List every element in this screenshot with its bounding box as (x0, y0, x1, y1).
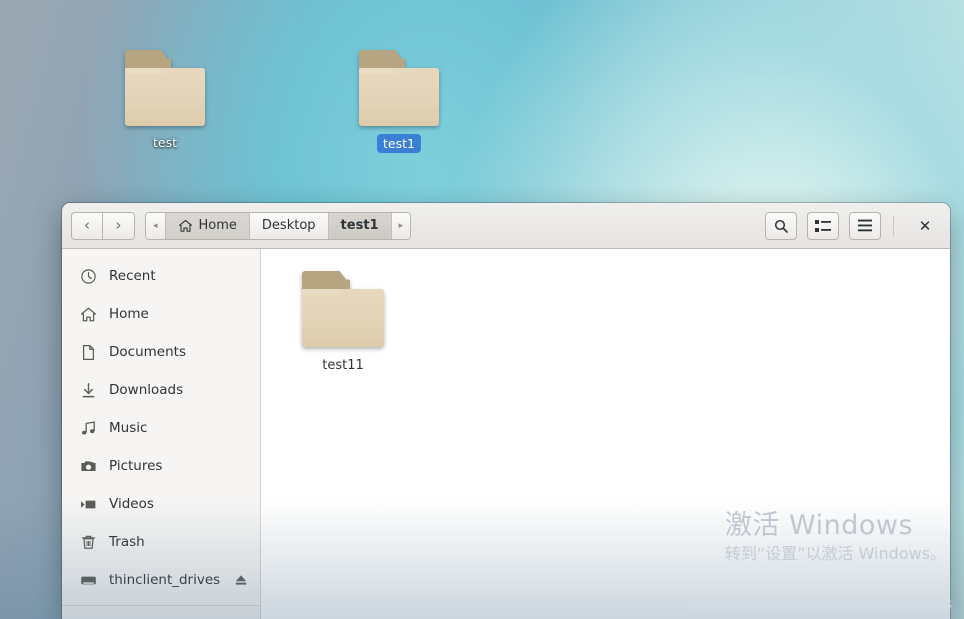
sidebar-item-thinclient-drives[interactable]: thinclient_drives (62, 561, 260, 599)
drive-icon (81, 576, 96, 584)
desktop-icon-label-selected: test1 (377, 134, 421, 153)
breadcrumb-label: test1 (340, 218, 379, 233)
eject-icon[interactable] (234, 573, 248, 587)
desktop-icon-test1[interactable]: test1 (344, 50, 454, 153)
breadcrumb-scroll-right[interactable]: ▸ (391, 212, 411, 239)
menu-button[interactable] (849, 211, 881, 240)
close-icon: ✕ (918, 216, 932, 235)
folder-icon (302, 271, 384, 347)
folder-icon (359, 50, 439, 126)
sidebar-item-home[interactable]: Home (62, 295, 260, 333)
window-body: Recent Home Documents Downloads Music Pi… (62, 249, 950, 619)
sidebar-item-videos[interactable]: Videos (62, 485, 260, 523)
sidebar-item-trash[interactable]: Trash (62, 523, 260, 561)
chevron-left-icon: ‹ (84, 216, 90, 234)
breadcrumb-item-home[interactable]: Home (165, 212, 250, 239)
chevron-right-icon: › (115, 216, 122, 234)
sidebar-item-music[interactable]: Music (62, 409, 260, 447)
close-button[interactable]: ✕ (910, 211, 940, 241)
desktop[interactable]: test test1 ‹ › ◂ Home Desktop test1 ▸ ✕ … (0, 0, 964, 619)
sidebar-item-label: thinclient_drives (109, 572, 221, 588)
desktop-icon-test[interactable]: test (110, 50, 220, 151)
download-icon (82, 382, 95, 397)
toolbar-divider (893, 215, 894, 236)
clock-icon (81, 268, 96, 284)
window-header-bar: ‹ › ◂ Home Desktop test1 ▸ ✕ (62, 203, 950, 249)
sidebar-item-label: Recent (109, 268, 156, 284)
sidebar-item-label: Pictures (109, 458, 163, 474)
sidebar-item-label: Music (109, 420, 148, 436)
document-icon (82, 344, 95, 360)
search-button[interactable] (765, 211, 797, 240)
breadcrumb-label: Desktop (261, 218, 316, 233)
breadcrumb-item-desktop[interactable]: Desktop (249, 212, 329, 239)
breadcrumb-label: Home (198, 218, 237, 233)
sidebar-item-label: Home (109, 306, 149, 322)
navigation-buttons: ‹ › (71, 211, 135, 240)
list-view-icon (815, 219, 831, 232)
sidebar-item-documents[interactable]: Documents (62, 333, 260, 371)
sidebar-item-downloads[interactable]: Downloads (62, 371, 260, 409)
desktop-icon-label: test (152, 135, 177, 150)
sidebar-item-label: Videos (109, 496, 154, 512)
view-toggle-button[interactable] (807, 211, 839, 240)
file-manager-window[interactable]: ‹ › ◂ Home Desktop test1 ▸ ✕ Recent Home… (62, 203, 950, 619)
file-item-test11[interactable]: test11 (287, 271, 399, 373)
breadcrumb-item-current[interactable]: test1 (328, 212, 392, 239)
file-item-label: test11 (322, 358, 364, 373)
file-list-area[interactable]: test11 (261, 249, 950, 619)
breadcrumb-scroll-left[interactable]: ◂ (146, 212, 166, 239)
music-note-icon (82, 420, 95, 434)
search-icon (774, 219, 788, 233)
sidebar-item-recent[interactable]: Recent (62, 257, 260, 295)
back-button[interactable]: ‹ (71, 211, 103, 240)
sidebar-item-pictures[interactable]: Pictures (62, 447, 260, 485)
breadcrumb: ◂ Home Desktop test1 ▸ (145, 211, 412, 240)
video-icon (81, 500, 96, 508)
sidebar-divider (62, 605, 260, 606)
home-icon (80, 307, 97, 321)
trash-icon (81, 535, 96, 549)
sidebar[interactable]: Recent Home Documents Downloads Music Pi… (62, 249, 261, 619)
folder-icon (125, 50, 205, 126)
sidebar-item-label: Downloads (109, 382, 184, 398)
forward-button[interactable]: › (103, 211, 135, 240)
sidebar-item-label: Trash (109, 534, 145, 550)
sidebar-item-other-locations[interactable]: Other Locations (62, 610, 260, 619)
home-icon (178, 219, 192, 232)
camera-icon (81, 460, 96, 471)
sidebar-item-label: Documents (109, 344, 186, 360)
hamburger-menu-icon (858, 219, 872, 232)
